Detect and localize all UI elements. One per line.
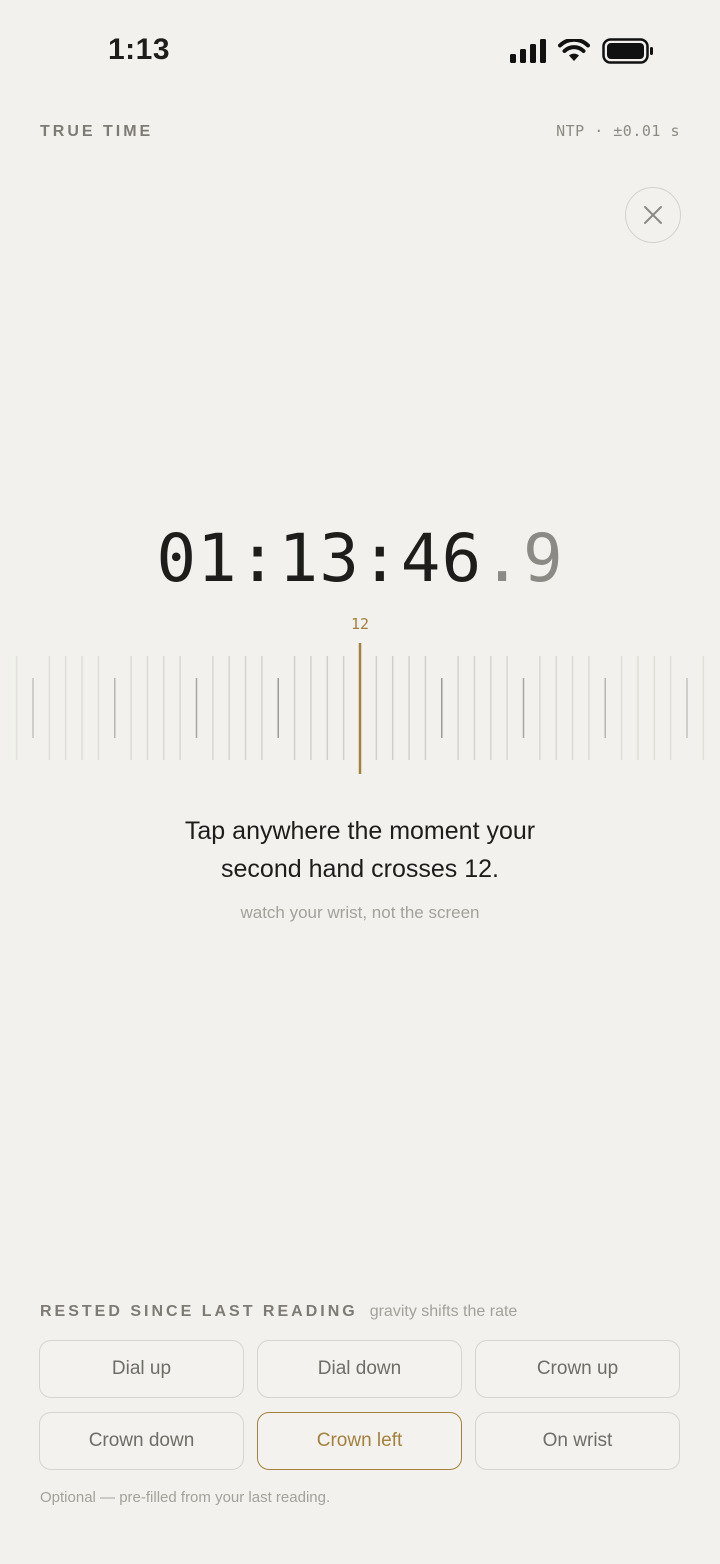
cellular-signal-icon bbox=[510, 39, 546, 63]
wifi-icon bbox=[558, 39, 590, 61]
ruler-center-label: 12 bbox=[350, 615, 370, 633]
close-button[interactable] bbox=[625, 187, 681, 243]
instruction-line-2: second hand crosses 12. bbox=[221, 855, 499, 883]
status-icons bbox=[510, 38, 654, 64]
rested-section-subtitle: gravity shifts the rate bbox=[369, 1303, 518, 1320]
rested-section-header: RESTED SINCE LAST READING gravity shifts… bbox=[40, 1303, 517, 1321]
rested-footnote: Optional — pre-filled from your last rea… bbox=[40, 1489, 331, 1506]
app-brand: TRUE TIME bbox=[40, 123, 154, 140]
sync-status: NTP · ±0.01 s bbox=[556, 122, 680, 140]
time-display: 01:13:46.9 bbox=[0, 520, 720, 597]
instruction-line-1: Tap anywhere the moment your bbox=[184, 817, 536, 845]
option-dial-down[interactable]: Dial down bbox=[257, 1340, 462, 1398]
position-options: Dial up Dial down Crown up Crown down Cr… bbox=[39, 1340, 681, 1470]
screen: 1:13 TRUE TIME NTP · ±0.01 s 01:13:46.9 … bbox=[0, 0, 720, 1564]
option-crown-down[interactable]: Crown down bbox=[39, 1412, 244, 1470]
instruction-text: Tap anywhere the moment your second hand… bbox=[0, 812, 720, 888]
option-on-wrist[interactable]: On wrist bbox=[475, 1412, 680, 1470]
option-crown-left[interactable]: Crown left bbox=[257, 1412, 462, 1470]
close-icon bbox=[644, 206, 662, 224]
time-fraction: .9 bbox=[482, 520, 564, 597]
option-crown-up[interactable]: Crown up bbox=[475, 1340, 680, 1398]
instruction-hint: watch your wrist, not the screen bbox=[240, 903, 480, 922]
time-main: 01:13:46 bbox=[156, 520, 483, 597]
battery-icon bbox=[602, 38, 653, 64]
status-time: 1:13 bbox=[108, 33, 171, 66]
rested-section-title: RESTED SINCE LAST READING bbox=[40, 1303, 358, 1320]
second-ruler[interactable] bbox=[0, 640, 720, 780]
option-dial-up[interactable]: Dial up bbox=[39, 1340, 244, 1398]
